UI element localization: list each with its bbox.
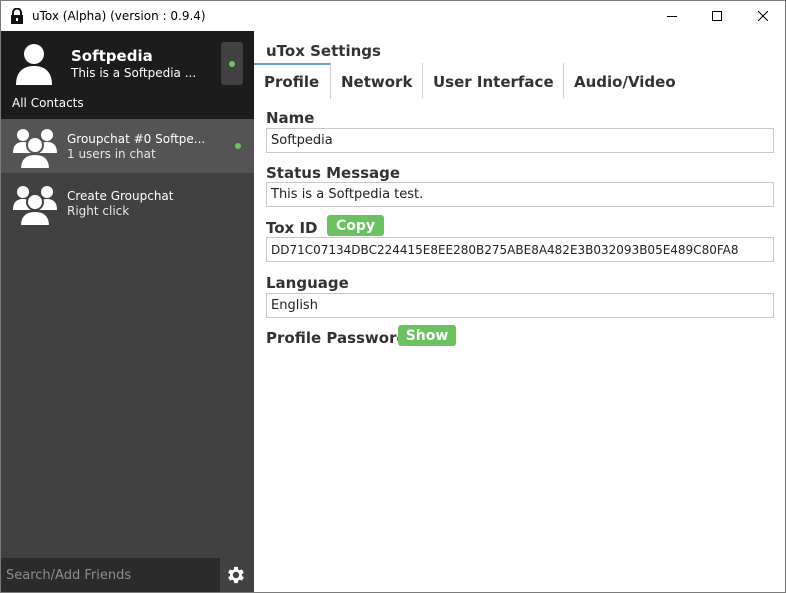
settings-button[interactable] (223, 562, 249, 588)
maximize-button[interactable] (694, 1, 740, 31)
status-message-label: Status Message (266, 164, 401, 182)
online-status-dot (229, 61, 235, 67)
contact-name: Groupchat #0 Softpe... (67, 132, 206, 146)
status-message-field[interactable] (266, 182, 774, 207)
tab-user-interface[interactable]: User Interface (423, 63, 564, 98)
self-name[interactable]: Softpedia (71, 47, 153, 65)
user-avatar-icon (16, 44, 52, 85)
tab-profile[interactable]: Profile (254, 63, 331, 99)
tab-network[interactable]: Network (331, 63, 423, 98)
search-input[interactable] (1, 558, 220, 592)
group-avatar-icon (13, 186, 57, 226)
maximize-icon (712, 11, 722, 21)
settings-panel: uTox Settings Profile Network User Inter… (254, 31, 785, 592)
tox-id-label: Tox ID (266, 219, 318, 237)
sidebar: Softpedia This is a Softpedia ... All Co… (1, 31, 254, 592)
group-avatar-icon (13, 129, 57, 169)
minimize-icon (667, 16, 677, 17)
search-box (1, 558, 220, 592)
show-password-button[interactable]: Show (398, 325, 456, 346)
window-title: uTox (Alpha) (version : 0.9.4) (32, 9, 206, 23)
tox-id-field[interactable] (266, 237, 774, 262)
contact-create-groupchat[interactable]: Create Groupchat Right click (1, 176, 254, 230)
close-icon (758, 11, 768, 21)
minimize-button[interactable] (649, 1, 695, 31)
language-dropdown[interactable]: English (266, 293, 774, 318)
gear-icon (228, 566, 244, 584)
contact-name: Create Groupchat (67, 189, 174, 203)
lock-icon (11, 8, 23, 24)
close-button[interactable] (740, 1, 786, 31)
copy-button[interactable]: Copy (327, 215, 384, 236)
profile-password-label: Profile Password (266, 329, 408, 347)
contact-subtitle: Right click (67, 204, 130, 218)
contact-subtitle: 1 users in chat (67, 147, 156, 161)
self-status-message[interactable]: This is a Softpedia ... (71, 66, 196, 80)
self-profile[interactable]: Softpedia This is a Softpedia ... All Co… (1, 31, 254, 119)
tab-audio-video[interactable]: Audio/Video (564, 63, 785, 98)
status-button[interactable] (221, 42, 243, 85)
name-label: Name (266, 109, 315, 127)
settings-tabs: Profile Network User Interface Audio/Vid… (254, 63, 785, 99)
title-bar: uTox (Alpha) (version : 0.9.4) (0, 0, 786, 31)
contact-groupchat[interactable]: Groupchat #0 Softpe... 1 users in chat (1, 119, 254, 173)
online-status-dot (235, 143, 241, 149)
contacts-filter-label[interactable]: All Contacts (12, 96, 84, 110)
page-title: uTox Settings (266, 42, 381, 60)
name-field[interactable] (266, 128, 774, 153)
language-label: Language (266, 274, 349, 292)
